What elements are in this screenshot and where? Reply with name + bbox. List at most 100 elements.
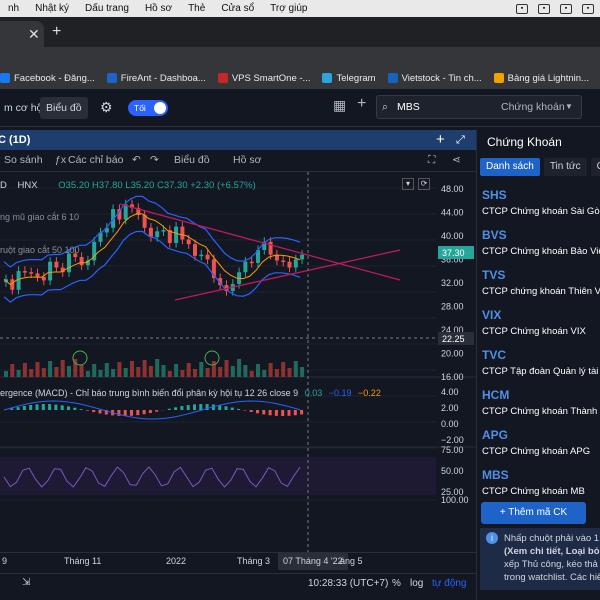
bookmark-item[interactable]: VPS SmartOne -... bbox=[217, 72, 311, 84]
macd-bar bbox=[67, 406, 70, 410]
add-symbol-button[interactable]: + Thêm mã CK bbox=[481, 502, 586, 524]
theme-toggle[interactable]: Tối bbox=[128, 100, 168, 116]
compare-button[interactable]: So sánh bbox=[4, 154, 43, 166]
candle bbox=[268, 241, 273, 255]
tab-news[interactable]: Tin tức bbox=[543, 158, 587, 176]
candle bbox=[161, 230, 166, 232]
symbol-item[interactable]: VIX CTCP Chứng khoán VIX bbox=[482, 308, 600, 337]
hint-line: trong watchlist. Các hiể bbox=[504, 572, 600, 583]
symbol-name: CTCP Tập đoàn Quản lý tài s bbox=[482, 366, 600, 377]
bookmark-item[interactable]: FireAnt - Dashboa... bbox=[106, 72, 206, 84]
symbol-search[interactable]: ⌕ MBS Chứng khoán ▼ bbox=[376, 95, 582, 119]
indicators-button[interactable]: Các chỉ báo bbox=[68, 154, 123, 166]
panel-title: Chứng Khoán bbox=[487, 135, 562, 149]
expand-icon[interactable]: ⤢ bbox=[456, 130, 465, 150]
macd-bar bbox=[186, 405, 190, 410]
bookmark-item[interactable]: Bảng giá Lightnin... bbox=[493, 72, 589, 84]
volume-bar bbox=[85, 371, 90, 377]
symbol-code: TVC bbox=[482, 348, 506, 362]
volume-bar bbox=[161, 365, 166, 377]
candle bbox=[199, 254, 204, 257]
date-range-icon[interactable]: ⇲ bbox=[22, 577, 30, 588]
percent-toggle[interactable]: % bbox=[392, 578, 401, 589]
redo-icon[interactable]: ↷ bbox=[150, 154, 159, 166]
candle bbox=[293, 259, 298, 268]
menu-item[interactable]: Cửa sổ bbox=[213, 3, 262, 14]
chart-area[interactable]: 48.00 44.00 40.00 36.00 32.00 28.00 24.00 20.00… bbox=[0, 172, 476, 552]
volume-bar bbox=[199, 362, 204, 377]
search-input[interactable]: MBS bbox=[397, 96, 420, 118]
volume-bar bbox=[274, 369, 279, 377]
status-icon[interactable]: ▪ bbox=[560, 3, 572, 14]
browser-tab[interactable]: ✕ bbox=[0, 21, 44, 47]
bookmark-label: Bảng giá Lightnin... bbox=[507, 72, 589, 84]
auto-toggle[interactable]: tự động bbox=[432, 578, 467, 589]
share-icon[interactable]: ⋖ bbox=[452, 154, 461, 166]
symbol-code: VIX bbox=[482, 308, 502, 322]
status-icon[interactable]: ▪ bbox=[516, 3, 528, 14]
menu-item[interactable]: Dấu trang bbox=[77, 3, 137, 14]
profile-button[interactable]: Hồ sơ bbox=[233, 154, 261, 166]
symbol-code: MBS bbox=[482, 468, 509, 482]
candle bbox=[249, 261, 254, 264]
log-toggle[interactable]: log bbox=[410, 578, 423, 589]
symbol-name: CTCP Chứng khoán Sài Gòn bbox=[482, 206, 600, 217]
volume-bar bbox=[167, 371, 172, 377]
menu-item[interactable]: Thẻ bbox=[180, 3, 213, 14]
symbol-item[interactable]: TVC CTCP Tập đoàn Quản lý tài s bbox=[482, 348, 600, 377]
volume-bar bbox=[268, 363, 273, 377]
chart-type-button[interactable]: Biểu đồ bbox=[174, 154, 210, 166]
fx-icon[interactable]: ƒx bbox=[55, 154, 66, 166]
gear-icon[interactable]: ⚙ bbox=[100, 99, 113, 116]
new-tab-icon[interactable]: + bbox=[52, 23, 61, 41]
symbol-item[interactable]: APG CTCP Chứng khoán APG bbox=[482, 428, 600, 457]
symbol-item[interactable]: SHS CTCP Chứng khoán Sài Gòn bbox=[482, 188, 600, 217]
volume-bar bbox=[281, 362, 286, 377]
macd-bar bbox=[249, 410, 253, 412]
macd-bar bbox=[10, 408, 14, 410]
add-chart-icon[interactable]: + bbox=[436, 130, 445, 150]
bookmark-item[interactable]: Telegram bbox=[322, 72, 376, 84]
macd-bar bbox=[142, 410, 146, 415]
time-tick: Tháng 11 bbox=[64, 556, 102, 566]
bookmark-label: VPS SmartOne -... bbox=[231, 72, 311, 84]
menu-item[interactable]: Trợ giúp bbox=[262, 3, 315, 14]
candle bbox=[54, 261, 59, 268]
lightning-icon bbox=[493, 73, 504, 83]
symbol-item[interactable]: MBS CTCP Chứng khoán MB bbox=[482, 468, 600, 497]
macd-bar bbox=[174, 407, 178, 410]
address-bar[interactable] bbox=[0, 47, 600, 67]
tab-more[interactable]: C bbox=[590, 158, 600, 176]
status-icon[interactable]: ▪ bbox=[538, 3, 550, 14]
symbol-item[interactable]: HCM CTCP Chứng khoán Thành p bbox=[482, 388, 600, 417]
menu-item[interactable]: Hồ sơ bbox=[137, 3, 180, 14]
settings-icon[interactable]: ⟳ bbox=[418, 178, 430, 190]
close-icon[interactable]: ✕ bbox=[28, 26, 40, 42]
bookmark-label: Telegram bbox=[336, 72, 376, 84]
hint-line: Nhấp chuột phải vào 1 bbox=[504, 533, 600, 544]
menu-item[interactable]: nh bbox=[0, 3, 27, 14]
chart-tab[interactable]: Biểu đồ bbox=[40, 97, 88, 119]
macd-value: −0.19 bbox=[328, 388, 352, 398]
add-icon[interactable]: + bbox=[357, 95, 366, 113]
menu-item[interactable]: Nhật ký bbox=[27, 3, 77, 14]
bookmark-label: FireAnt - Dashboa... bbox=[120, 72, 206, 84]
symbol-item[interactable]: BVS CTCP Chứng khoán Bảo Việt bbox=[482, 228, 600, 257]
layout-icon[interactable]: ▦ bbox=[333, 97, 346, 114]
rsi-tick: 75.00 bbox=[441, 445, 464, 455]
collapse-icon[interactable]: ▾ bbox=[402, 178, 414, 190]
bookmark-item[interactable]: Facebook - Đăng... bbox=[0, 73, 95, 84]
tab-list[interactable]: Danh sách bbox=[480, 158, 540, 176]
symbol-item[interactable]: TVS CTCP chứng khoán Thiên Vi bbox=[482, 268, 600, 297]
undo-icon[interactable]: ↶ bbox=[132, 154, 141, 166]
chart-canvas[interactable]: 48.0044.0040.0036.0032.0028.0024.0020.00… bbox=[0, 172, 476, 552]
category-select[interactable]: Chứng khoán bbox=[501, 96, 565, 118]
fullscreen-icon[interactable]: ⛶ bbox=[428, 154, 435, 167]
time-axis[interactable]: 9 Tháng 11 2022 Tháng 3 07 Tháng 4 '22 á… bbox=[0, 552, 476, 570]
volume-bar bbox=[123, 368, 128, 377]
volume-bar bbox=[205, 368, 210, 377]
symbol-name: CTCP Chứng khoán VIX bbox=[482, 326, 586, 337]
bookmark-item[interactable]: Vietstock - Tin ch... bbox=[387, 73, 482, 84]
status-icon[interactable]: ▪ bbox=[582, 3, 594, 14]
time-tick: Tháng 3 bbox=[237, 556, 271, 566]
